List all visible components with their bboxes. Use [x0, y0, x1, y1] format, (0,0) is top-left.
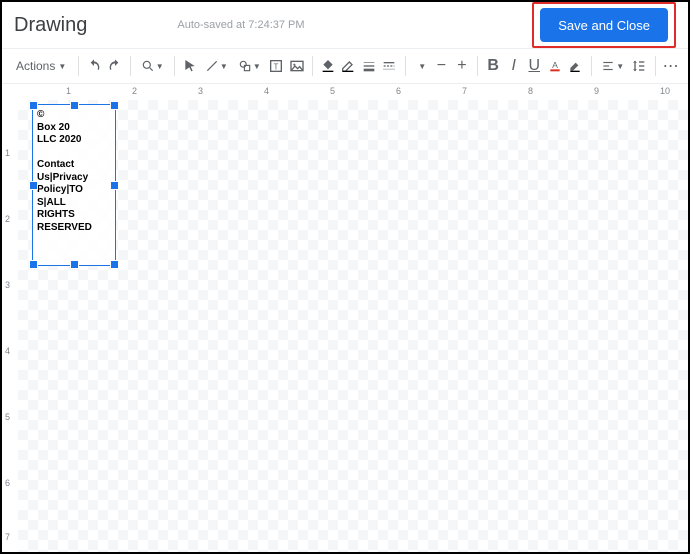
save-close-highlight: Save and Close	[532, 2, 676, 48]
select-tool[interactable]	[180, 53, 199, 79]
svg-text:T: T	[274, 62, 279, 71]
resize-handle-e[interactable]	[110, 181, 119, 190]
text-line: S|ALL	[37, 197, 66, 208]
textbox-tool[interactable]: T	[267, 53, 286, 79]
text-line: Policy|TO	[37, 184, 83, 195]
bold-button[interactable]: B	[484, 53, 503, 79]
text-line: Contact	[37, 159, 74, 170]
font-size-inc[interactable]: +	[453, 53, 472, 79]
text-line: ©	[37, 109, 44, 120]
border-color-button[interactable]	[339, 53, 358, 79]
workspace: 1 2 3 4 5 6 7 8 9 10 1 2 3 4 5 6 7 © Box…	[2, 84, 688, 552]
resize-handle-se[interactable]	[110, 260, 119, 269]
resize-handle-ne[interactable]	[110, 101, 119, 110]
resize-handle-sw[interactable]	[29, 260, 38, 269]
line-tool[interactable]: ▼	[201, 53, 232, 79]
save-and-close-button[interactable]: Save and Close	[540, 8, 668, 42]
text-color-button[interactable]: A	[546, 53, 565, 79]
text-line: LLC 2020	[37, 134, 81, 145]
selected-text-box[interactable]: © Box 20 LLC 2020 Contact Us|Privacy Pol…	[32, 104, 116, 266]
more-button[interactable]: ⋯	[661, 53, 680, 79]
font-menu[interactable]: ▼	[413, 53, 430, 79]
resize-handle-s[interactable]	[70, 260, 79, 269]
line-spacing-button[interactable]	[630, 53, 649, 79]
drawing-dialog: Drawing Auto-saved at 7:24:37 PM Save an…	[0, 0, 690, 554]
image-tool[interactable]	[287, 53, 306, 79]
italic-button[interactable]: I	[504, 53, 523, 79]
zoom-button[interactable]: ▼	[137, 53, 168, 79]
text-line: RESERVED	[37, 222, 92, 233]
border-weight-button[interactable]	[360, 53, 379, 79]
toolbar: Actions▼ ▼ ▼ ▼ T ▼ − + B I U A ▼ ⋯	[2, 48, 688, 84]
autosave-status: Auto-saved at 7:24:37 PM	[177, 19, 304, 31]
align-button[interactable]: ▼	[597, 53, 628, 79]
canvas[interactable]: © Box 20 LLC 2020 Contact Us|Privacy Pol…	[18, 100, 688, 552]
fill-color-button[interactable]	[319, 53, 338, 79]
svg-text:A: A	[552, 60, 558, 70]
horizontal-ruler: 1 2 3 4 5 6 7 8 9 10	[18, 84, 688, 101]
resize-handle-nw[interactable]	[29, 101, 38, 110]
text-line: Us|Privacy	[37, 172, 88, 183]
font-size-dec[interactable]: −	[432, 53, 451, 79]
dialog-title: Drawing	[14, 14, 87, 37]
border-dash-button[interactable]	[380, 53, 399, 79]
vertical-ruler: 1 2 3 4 5 6 7	[2, 100, 19, 552]
resize-handle-n[interactable]	[70, 101, 79, 110]
shape-tool[interactable]: ▼	[234, 53, 265, 79]
underline-button[interactable]: U	[525, 53, 544, 79]
dialog-header: Drawing Auto-saved at 7:24:37 PM Save an…	[2, 2, 688, 48]
redo-button[interactable]	[106, 53, 125, 79]
resize-handle-w[interactable]	[29, 181, 38, 190]
highlight-color-button[interactable]	[566, 53, 585, 79]
text-line: RIGHTS	[37, 209, 75, 220]
actions-menu[interactable]: Actions▼	[10, 59, 72, 73]
undo-button[interactable]	[85, 53, 104, 79]
text-line: Box 20	[37, 122, 70, 133]
